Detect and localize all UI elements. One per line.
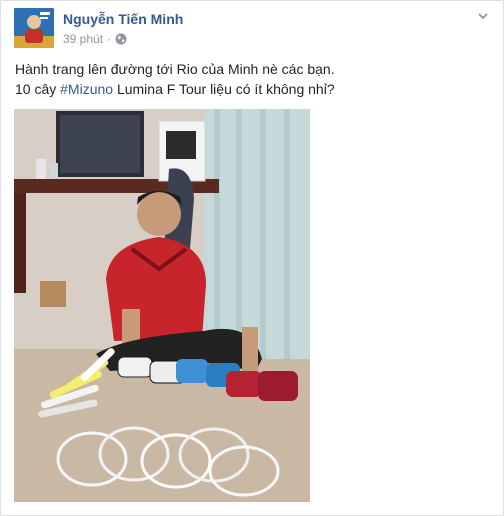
post-text-line-1: Hành trang lên đường tới Rio của Minh nè… — [15, 61, 335, 77]
post-text-line-2: 10 cây #Mizuno Lumina F Tour liệu có ít … — [15, 79, 491, 99]
post-text-prefix: 10 cây — [15, 81, 61, 97]
meta-separator: · — [107, 32, 112, 46]
post-meta: 39 phút · — [63, 32, 127, 46]
author-name[interactable]: Nguyễn Tiến Minh — [63, 11, 183, 27]
post-text-suffix: Lumina F Tour liệu có ít không nhỉ? — [113, 81, 335, 97]
post-card: Nguyễn Tiến Minh 39 phút · Hành trang lê… — [0, 0, 504, 516]
hashtag-link[interactable]: #Mizuno — [60, 81, 113, 97]
post-text: Hành trang lên đường tới Rio của Minh nè… — [15, 59, 491, 99]
globe-icon[interactable] — [115, 33, 127, 45]
avatar[interactable] — [14, 8, 54, 48]
post-photo[interactable] — [14, 109, 310, 502]
post-header: Nguyễn Tiến Minh 39 phút · — [14, 8, 490, 48]
post-timestamp[interactable]: 39 phút — [63, 32, 103, 46]
chevron-down-icon[interactable] — [476, 9, 490, 23]
